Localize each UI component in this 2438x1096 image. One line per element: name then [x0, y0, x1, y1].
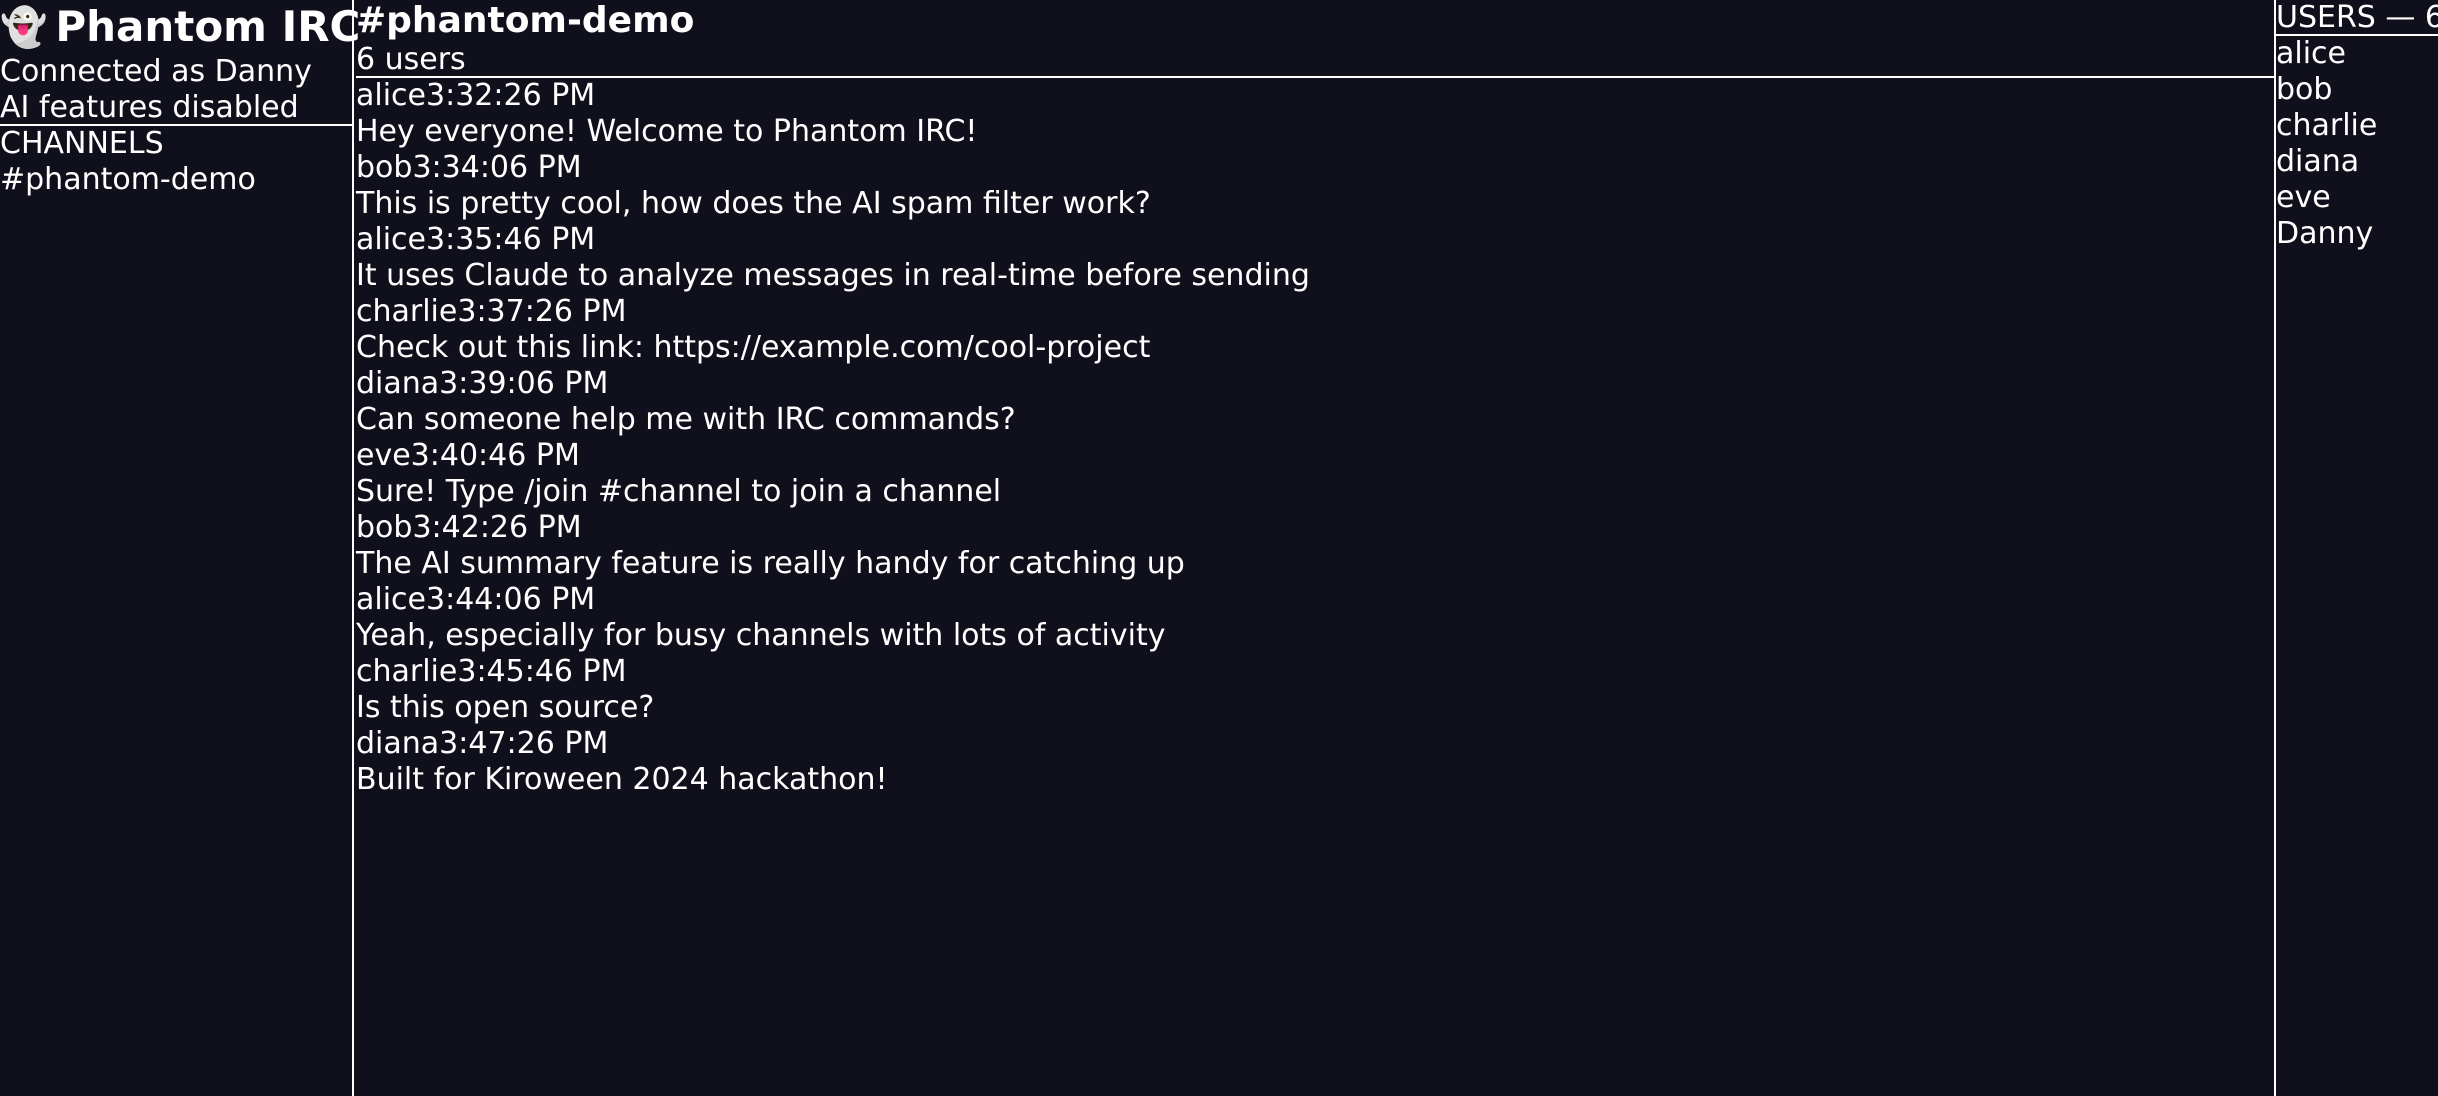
message-timestamp: 3:40:46 PM	[410, 438, 580, 473]
message-item: diana3:39:06 PM Can someone help me with …	[356, 366, 2274, 438]
channel-item-phantom-demo[interactable]: #phantom-demo	[0, 162, 352, 198]
channel-user-count: 6 users	[356, 42, 466, 77]
message-item: charlie3:37:26 PM Check out this link: ht…	[356, 294, 2274, 366]
message-text: Check out this link: https://example.com…	[356, 330, 1151, 365]
message-list[interactable]: alice3:32:26 PM Hey everyone! Welcome to …	[356, 78, 2274, 798]
message-meta: alice3:32:26 PM	[356, 78, 2274, 114]
users-heading: USERS — 6	[2276, 0, 2438, 36]
message-author[interactable]: alice	[356, 78, 426, 113]
message-meta: bob3:42:26 PM	[356, 510, 2274, 546]
brand: 👻 Phantom IRC	[0, 0, 360, 54]
message-text: Hey everyone! Welcome to Phantom IRC!	[356, 114, 978, 149]
connection-status: Connected as Danny AI features disabled	[0, 54, 352, 126]
sidebar: 👻 Phantom IRC Connected as Danny AI feat…	[0, 0, 360, 1096]
user-list-item[interactable]: alice	[2276, 36, 2438, 72]
channel-title: #phantom-demo	[356, 0, 695, 41]
message-item: eve3:40:46 PM Sure! Type /join #channel t…	[356, 438, 2274, 510]
message-item: alice3:44:06 PM Yeah, especially for busy…	[356, 582, 2274, 654]
message-timestamp: 3:45:46 PM	[457, 654, 627, 689]
message-meta: charlie3:45:46 PM	[356, 654, 2274, 690]
message-meta: diana3:47:26 PM	[356, 726, 2274, 762]
message-text: This is pretty cool, how does the AI spa…	[356, 186, 1151, 221]
message-author[interactable]: bob	[356, 510, 412, 545]
message-timestamp: 3:37:26 PM	[457, 294, 627, 329]
message-text: Can someone help me with IRC commands?	[356, 402, 1016, 437]
message-author[interactable]: eve	[356, 438, 411, 473]
chat-main: #phantom-demo 6 users alice3:32:26 PM Hey…	[356, 0, 2274, 1096]
message-author[interactable]: charlie	[356, 294, 457, 329]
user-list-item[interactable]: charlie	[2276, 108, 2438, 144]
ghost-icon: 👻	[0, 5, 48, 49]
message-timestamp: 3:47:26 PM	[439, 726, 609, 761]
message-timestamp: 3:42:26 PM	[412, 510, 582, 545]
message-meta: bob3:34:06 PM	[356, 150, 2274, 186]
message-meta: diana3:39:06 PM	[356, 366, 2274, 402]
message-timestamp: 3:35:46 PM	[426, 222, 596, 257]
message-text: The AI summary feature is really handy f…	[356, 546, 1185, 581]
message-text: Sure! Type /join #channel to join a chan…	[356, 474, 1002, 509]
message-meta: eve3:40:46 PM	[356, 438, 2274, 474]
message-item: bob3:34:06 PM This is pretty cool, how do…	[356, 150, 2274, 222]
message-meta: alice3:44:06 PM	[356, 582, 2274, 618]
message-author[interactable]: diana	[356, 366, 439, 401]
message-author[interactable]: charlie	[356, 654, 457, 689]
message-author[interactable]: alice	[356, 222, 426, 257]
message-item: diana3:47:26 PM Built for Kiroween 2024 h…	[356, 726, 2274, 798]
message-timestamp: 3:44:06 PM	[426, 582, 596, 617]
message-author[interactable]: bob	[356, 150, 412, 185]
message-timestamp: 3:39:06 PM	[439, 366, 609, 401]
user-list-item[interactable]: bob	[2276, 72, 2438, 108]
message-text: Yeah, especially for busy channels with …	[356, 618, 1166, 653]
message-item: charlie3:45:46 PM Is this open source?	[356, 654, 2274, 726]
irc-app: 👻 Phantom IRC Connected as Danny AI feat…	[0, 0, 2438, 1096]
message-author[interactable]: diana	[356, 726, 439, 761]
message-meta: charlie3:37:26 PM	[356, 294, 2274, 330]
message-text: Is this open source?	[356, 690, 655, 725]
message-text: Built for Kiroween 2024 hackathon!	[356, 762, 888, 797]
user-list-item[interactable]: Danny	[2276, 216, 2438, 252]
user-list-item[interactable]: diana	[2276, 144, 2438, 180]
message-author[interactable]: alice	[356, 582, 426, 617]
ai-status-text: AI features disabled	[0, 90, 299, 125]
message-timestamp: 3:32:26 PM	[426, 78, 596, 113]
message-item: alice3:35:46 PM It uses Claude to analyze…	[356, 222, 2274, 294]
app-title: Phantom IRC	[55, 2, 361, 51]
user-list: alice bob charlie diana eve Danny	[2276, 36, 2438, 252]
message-timestamp: 3:34:06 PM	[412, 150, 582, 185]
message-text: It uses Claude to analyze messages in re…	[356, 258, 1310, 293]
user-list-panel: USERS — 6 alice bob charlie diana eve Danny	[2274, 0, 2438, 1096]
message-meta: alice3:35:46 PM	[356, 222, 2274, 258]
user-list-item[interactable]: eve	[2276, 180, 2438, 216]
channels-heading: CHANNELS	[0, 126, 164, 161]
channel-list: #phantom-demo	[0, 162, 352, 198]
message-item: bob3:42:26 PM The AI summary feature is r…	[356, 510, 2274, 582]
connected-as-text: Connected as Danny	[0, 54, 312, 89]
message-item: alice3:32:26 PM Hey everyone! Welcome to …	[356, 78, 2274, 150]
channel-header: #phantom-demo 6 users	[356, 0, 2274, 78]
